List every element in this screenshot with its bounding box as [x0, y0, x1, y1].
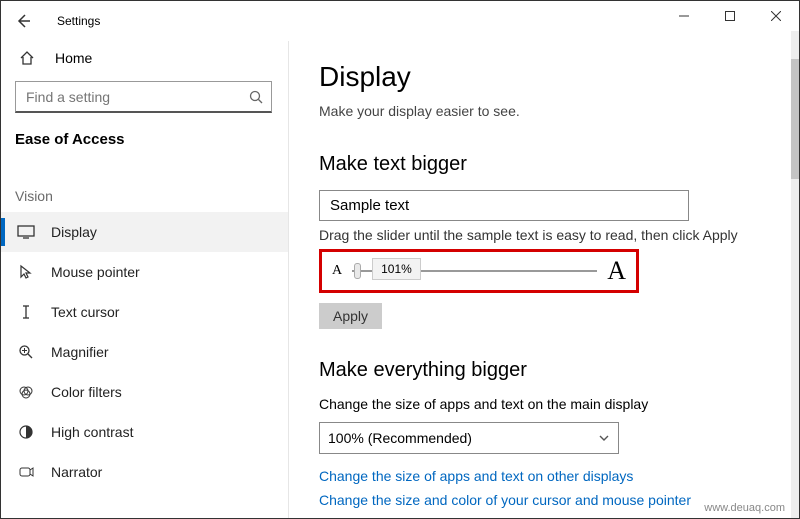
sidebar-item-label: Narrator	[51, 464, 102, 480]
link-cursor-pointer[interactable]: Change the size and color of your cursor…	[319, 492, 769, 508]
text-size-slider[interactable]: 101%	[352, 270, 597, 272]
sidebar-item-label: Mouse pointer	[51, 264, 140, 280]
sidebar-item-color-filters[interactable]: Color filters	[1, 372, 288, 412]
back-button[interactable]	[15, 13, 39, 29]
text-size-slider-highlight: A 101% A	[319, 249, 639, 293]
dropdown-value: 100% (Recommended)	[328, 430, 472, 446]
minimize-button[interactable]	[661, 1, 707, 31]
search-input[interactable]	[15, 81, 272, 113]
scrollbar-thumb[interactable]	[791, 59, 799, 179]
apply-button[interactable]: Apply	[319, 303, 382, 329]
sidebar-item-label: Color filters	[51, 384, 122, 400]
mouse-pointer-icon	[15, 264, 37, 280]
sidebar-item-text-cursor[interactable]: Text cursor	[1, 292, 288, 332]
sidebar-group-vision: Vision	[1, 166, 288, 212]
close-button[interactable]	[753, 1, 799, 31]
chevron-down-icon	[598, 432, 610, 444]
scale-description: Change the size of apps and text on the …	[319, 396, 769, 412]
section-make-everything-bigger: Make everything bigger	[319, 359, 769, 382]
page-title: Display	[319, 61, 769, 93]
section-make-text-bigger: Make text bigger	[319, 153, 769, 176]
search-field[interactable]	[24, 88, 249, 106]
settings-window: Settings Home Ease of Access Vision	[0, 0, 800, 519]
link-other-displays[interactable]: Change the size of apps and text on othe…	[319, 468, 769, 484]
sidebar-item-label: High contrast	[51, 424, 133, 440]
sidebar-home[interactable]: Home	[1, 41, 288, 75]
search-icon	[249, 90, 263, 104]
display-scale-dropdown[interactable]: 100% (Recommended)	[319, 422, 619, 454]
narrator-icon	[15, 464, 37, 480]
color-filters-icon	[15, 384, 37, 400]
slider-hint: Drag the slider until the sample text is…	[319, 227, 769, 243]
window-caption-buttons	[661, 1, 799, 31]
text-cursor-icon	[15, 304, 37, 320]
maximize-button[interactable]	[707, 1, 753, 31]
main-content: Display Make your display easier to see.…	[289, 41, 799, 518]
watermark: www.deuaq.com	[704, 502, 785, 514]
display-icon	[15, 225, 37, 239]
vertical-scrollbar[interactable]	[791, 31, 799, 518]
sidebar-item-label: Magnifier	[51, 344, 109, 360]
app-title: Settings	[57, 14, 100, 28]
sidebar: Home Ease of Access Vision Display	[1, 41, 289, 518]
magnifier-icon	[15, 344, 37, 360]
sidebar-item-magnifier[interactable]: Magnifier	[1, 332, 288, 372]
sidebar-home-label: Home	[55, 50, 92, 66]
high-contrast-icon	[15, 424, 37, 440]
slider-thumb[interactable]	[354, 263, 361, 279]
sidebar-item-display[interactable]: Display	[1, 212, 288, 252]
sidebar-item-label: Text cursor	[51, 304, 119, 320]
slider-big-a: A	[607, 256, 626, 286]
slider-small-a: A	[332, 263, 342, 279]
page-subtitle: Make your display easier to see.	[319, 103, 769, 119]
sidebar-item-label: Display	[51, 224, 97, 240]
sidebar-section-header: Ease of Access	[1, 125, 288, 166]
sidebar-item-narrator[interactable]: Narrator	[1, 452, 288, 492]
sample-text-box: Sample text	[319, 190, 689, 221]
slider-readout: 101%	[372, 258, 421, 280]
home-icon	[19, 50, 39, 66]
sidebar-item-mouse-pointer[interactable]: Mouse pointer	[1, 252, 288, 292]
sidebar-item-high-contrast[interactable]: High contrast	[1, 412, 288, 452]
